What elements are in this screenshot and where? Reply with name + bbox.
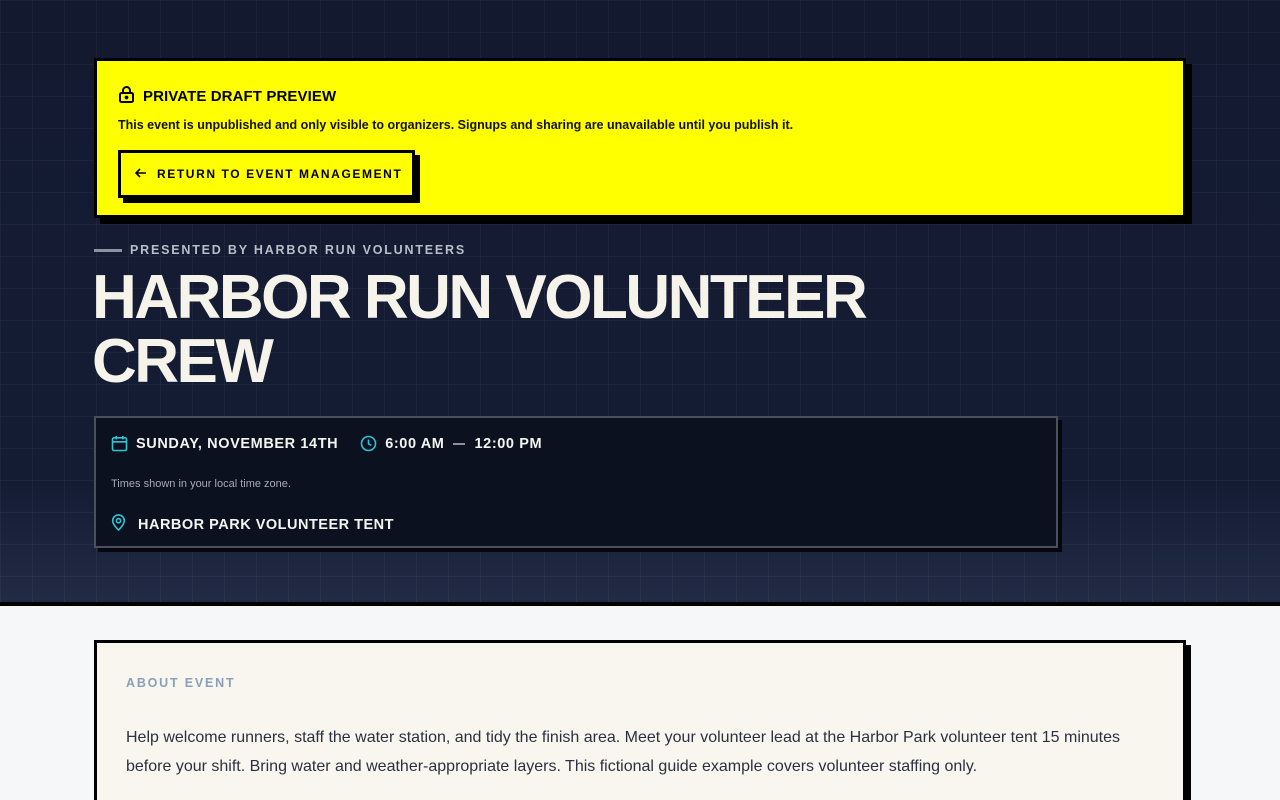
event-location-name: HARBOR PARK VOLUNTEER TENT: [138, 516, 395, 533]
about-event-heading: ABOUT EVENT: [126, 676, 236, 690]
event-location: HARBOR PARK VOLUNTEER TENT: [111, 514, 394, 535]
about-event-card: ABOUT EVENT Help welcome runners, staff …: [94, 640, 1186, 800]
lock-icon: [118, 85, 135, 107]
presented-by-line: PRESENTED BY HARBOR RUN VOLUNTEERS: [94, 243, 466, 257]
event-start-time: 6:00 AM: [385, 435, 445, 452]
event-hero: PRIVATE DRAFT PREVIEW This event is unpu…: [0, 0, 1280, 606]
draft-preview-banner: PRIVATE DRAFT PREVIEW This event is unpu…: [94, 58, 1186, 218]
return-to-event-management-button[interactable]: RETURN TO EVENT MANAGEMENT: [118, 150, 415, 198]
event-title: HARBOR RUN VOLUNTEER CREW: [92, 263, 868, 396]
timezone-note: Times shown in your local time zone.: [111, 478, 291, 490]
clock-icon: [360, 435, 377, 452]
time-range-dash: [453, 442, 466, 445]
calendar-icon: [111, 435, 128, 452]
about-event-description: Help welcome runners, staff the water st…: [126, 729, 1121, 775]
presented-by-dash: [94, 248, 122, 252]
event-date-time: SUNDAY, NOVEMBER 14TH 6:00 AM 12:00 PM: [111, 435, 542, 452]
arrow-left-icon: [134, 167, 147, 181]
map-pin-icon: [111, 514, 126, 535]
event-details-card: SUNDAY, NOVEMBER 14TH 6:00 AM 12:00 PM T…: [94, 416, 1058, 548]
return-button-label: RETURN TO EVENT MANAGEMENT: [157, 167, 403, 181]
draft-banner-heading: PRIVATE DRAFT PREVIEW: [118, 85, 336, 107]
draft-banner-title: PRIVATE DRAFT PREVIEW: [143, 87, 337, 105]
event-end-time: 12:00 PM: [474, 435, 543, 452]
presented-by-text: PRESENTED BY HARBOR RUN VOLUNTEERS: [130, 243, 466, 257]
draft-banner-message: This event is unpublished and only visib…: [118, 118, 794, 132]
event-date: SUNDAY, NOVEMBER 14TH: [136, 435, 339, 452]
